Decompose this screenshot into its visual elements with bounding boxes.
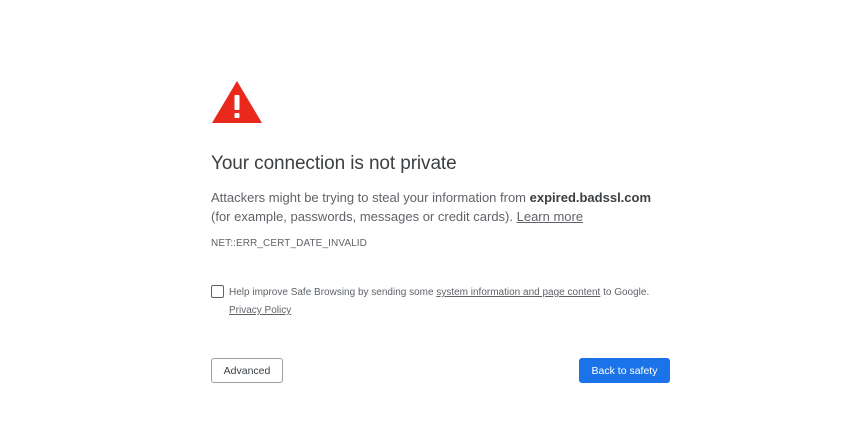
privacy-policy-link[interactable]: Privacy Policy: [229, 305, 291, 316]
safe-browsing-prefix: Help improve Safe Browsing by sending so…: [229, 287, 437, 298]
system-info-link[interactable]: system information and page content: [436, 287, 600, 298]
safe-browsing-text: Help improve Safe Browsing by sending so…: [229, 284, 684, 320]
main-message: Attackers might be trying to steal your …: [211, 188, 671, 226]
interstitial-page: Your connection is not private Attackers…: [0, 0, 864, 441]
safe-browsing-suffix: to Google.: [600, 287, 650, 298]
advanced-button[interactable]: Advanced: [211, 358, 283, 383]
domain-name: expired.badssl.com: [529, 190, 652, 205]
warning-triangle-icon: [212, 81, 262, 123]
message-suffix: (for example, passwords, messages or cre…: [211, 209, 517, 224]
page-title: Your connection is not private: [211, 153, 457, 174]
back-to-safety-button[interactable]: Back to safety: [579, 358, 670, 383]
learn-more-link[interactable]: Learn more: [517, 209, 583, 224]
error-code: NET::ERR_CERT_DATE_INVALID: [211, 238, 367, 249]
safe-browsing-checkbox[interactable]: [211, 285, 224, 298]
message-prefix: Attackers might be trying to steal your …: [211, 190, 530, 205]
